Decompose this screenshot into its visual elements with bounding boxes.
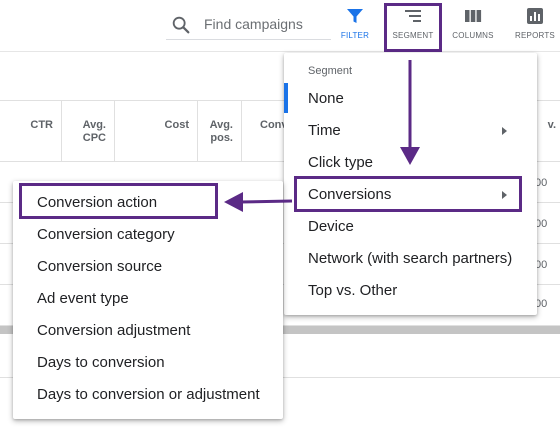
submenu-item-conversion-adjustment[interactable]: Conversion adjustment xyxy=(13,315,283,347)
submenu-item-conversion-category[interactable]: Conversion category xyxy=(13,219,283,251)
reports-label: REPORTS xyxy=(515,31,555,40)
columns-button[interactable]: COLUMNS xyxy=(450,6,496,46)
submenu-item-conversion-source[interactable]: Conversion source xyxy=(13,251,283,283)
chevron-right-icon xyxy=(502,127,507,135)
segment-menu-title: Segment xyxy=(308,65,353,77)
conversions-highlight-box xyxy=(294,176,522,212)
submenu-item-days-to-conversion-or-adjustment[interactable]: Days to conversion or adjustment xyxy=(13,379,283,411)
segment-item-top-vs-other[interactable]: Top vs. Other xyxy=(284,275,537,307)
toolbar: FILTER SEGMENT COLUMNS REPORTS xyxy=(0,0,560,52)
filter-label: FILTER xyxy=(340,31,370,40)
columns-label: COLUMNS xyxy=(452,31,494,40)
search-input[interactable] xyxy=(204,14,329,34)
filter-button[interactable]: FILTER xyxy=(336,6,374,46)
segment-item-time[interactable]: Time xyxy=(284,115,537,147)
segment-item-network[interactable]: Network (with search partners) xyxy=(284,243,537,275)
reports-icon xyxy=(527,8,543,24)
column-header-ctr[interactable]: CTR xyxy=(0,101,62,161)
column-header-avg-pos[interactable]: Avg. pos. xyxy=(198,101,242,161)
segment-item-none[interactable]: None xyxy=(284,83,537,115)
column-header-conv[interactable]: Conv xyxy=(242,101,288,161)
reports-button[interactable]: REPORTS xyxy=(512,6,558,46)
column-header-value[interactable]: v. xyxy=(537,101,560,161)
submenu-item-ad-event-type[interactable]: Ad event type xyxy=(13,283,283,315)
search-icon xyxy=(172,16,190,34)
column-header-avg-cpc[interactable]: Avg. CPC xyxy=(62,101,115,161)
columns-icon xyxy=(465,10,482,22)
segment-item-click-type[interactable]: Click type xyxy=(284,147,537,179)
search-box[interactable] xyxy=(166,8,331,40)
conversion-action-highlight-box xyxy=(19,183,218,219)
segment-item-device[interactable]: Device xyxy=(284,211,537,243)
submenu-item-days-to-conversion[interactable]: Days to conversion xyxy=(13,347,283,379)
filter-icon xyxy=(347,9,363,23)
column-header-cost[interactable]: Cost xyxy=(115,101,198,161)
segment-highlight-box xyxy=(384,3,442,52)
